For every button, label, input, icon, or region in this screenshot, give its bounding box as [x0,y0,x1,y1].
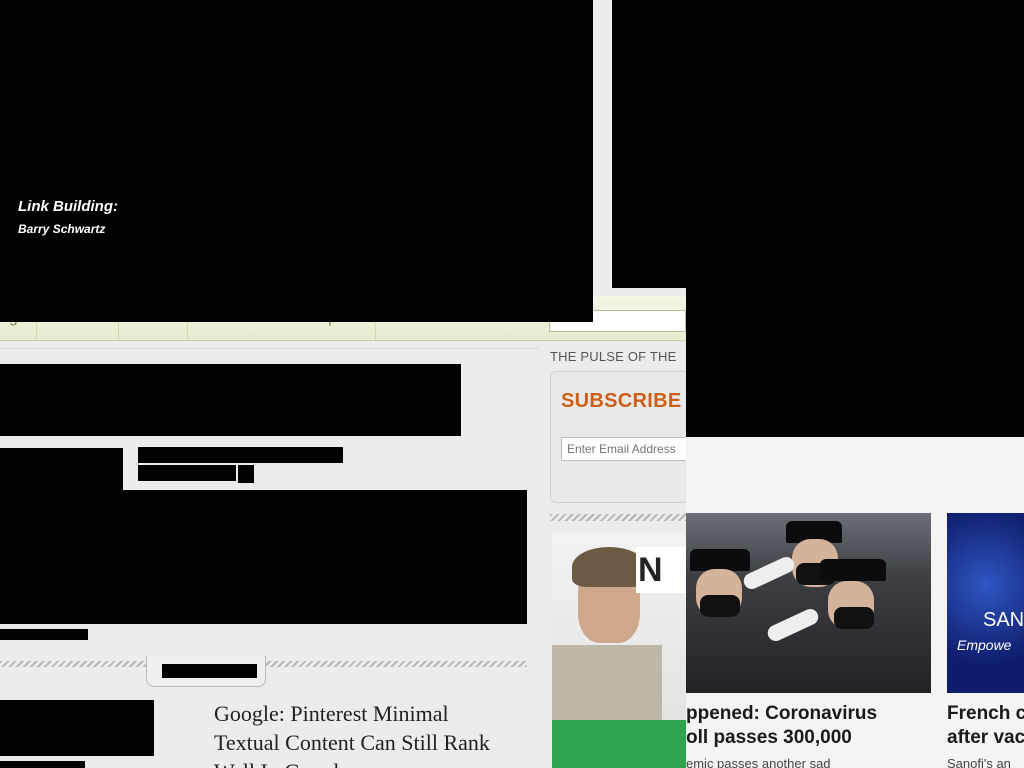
sidebar-divider [550,514,690,521]
redacted-byline-2 [138,465,236,481]
redacted-section-label [162,664,257,678]
redacted-overlay-top [686,288,1024,437]
officer-cap [690,549,750,571]
redacted-byline-1 [138,447,343,463]
promo-banner [552,720,686,768]
related-article-title[interactable]: Google: Pinterest Minimal Textual Conten… [214,699,514,768]
officer-hand [765,606,821,644]
email-field[interactable] [561,437,691,461]
redacted-banner-right [612,0,1024,288]
news-story2-title-line2[interactable]: after vac [947,726,1024,750]
redacted-related-thumb [0,700,154,756]
promo-person-hair [572,547,646,587]
news-image-officers-saluting[interactable] [686,513,931,693]
promo-person-shirt [552,645,662,725]
news-story1-snippet: emic passes another sad [686,756,831,768]
redacted-related-meta [0,761,85,768]
image-caption-text: SAN [983,609,1024,631]
redacted-byline-3 [238,465,254,483]
news-story2-snippet: Sanofi's an [947,756,1011,768]
redacted-author-photo [0,448,123,490]
officer-mask [700,595,740,617]
subscribe-title: SUBSCRIBE [561,390,682,412]
news-story1-title-line2[interactable]: oll passes 300,000 [686,726,852,750]
officer-mask [834,607,874,629]
link-building-promo[interactable]: N [552,533,686,768]
redacted-headline [0,364,461,436]
redacted-article-body [0,490,527,624]
image-caption-subtext: Empowe [957,637,1012,653]
officer-cap [820,559,886,581]
page: ng Yahoo B2B Other Search Topics more...… [0,0,1024,768]
pulse-heading: THE PULSE OF THE [550,349,677,364]
news-story1-title-line1[interactable]: ppened: Coronavirus [686,702,877,726]
news-image-sanofi[interactable]: SAN Empowe [947,513,1024,693]
redacted-caption [0,629,88,640]
redacted-banner-left-overlap [0,288,593,322]
news-story2-title-line1[interactable]: French c [947,702,1024,726]
promo-logo: N [636,547,686,593]
promo-name: Barry Schwartz [18,222,106,236]
promo-title: Link Building: [18,198,118,215]
redacted-banner-left [0,0,593,322]
